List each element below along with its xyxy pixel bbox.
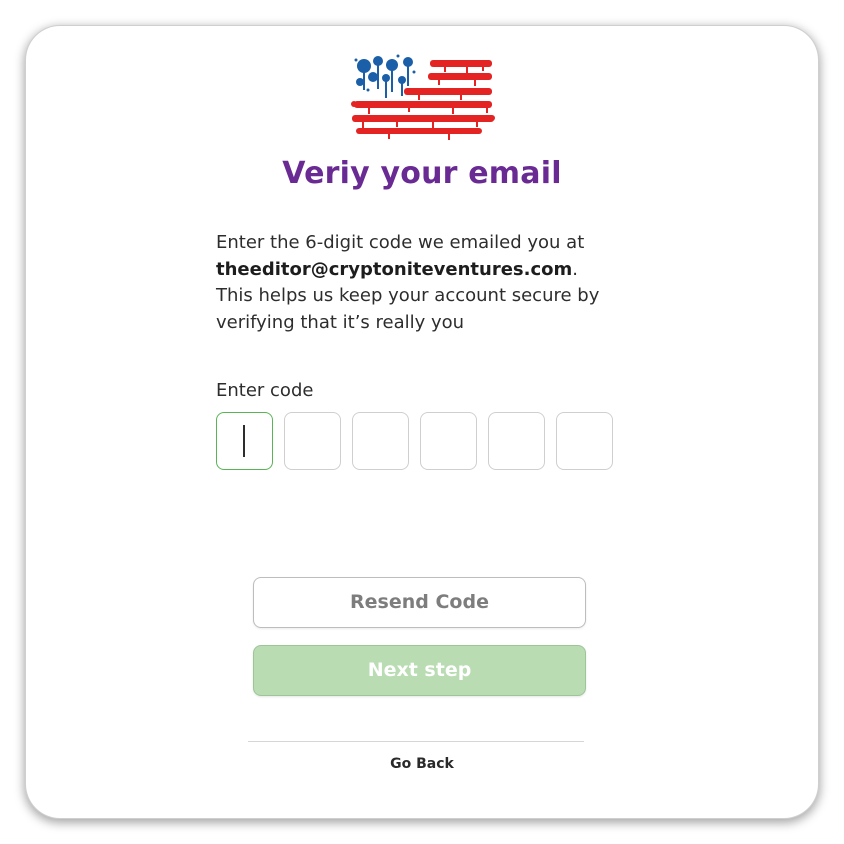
instructions-text: Enter the 6-digit code we emailed you at… (216, 230, 616, 336)
go-back-link[interactable]: Go Back (0, 756, 844, 772)
enter-code-label: Enter code (216, 380, 314, 401)
code-digit-4-input[interactable] (420, 412, 477, 470)
code-digit-6-input[interactable] (556, 412, 613, 470)
divider (248, 741, 584, 742)
email-address: theeditor@cryptoniteventures.com (216, 258, 573, 280)
code-digit-5-input[interactable] (488, 412, 545, 470)
resend-code-button[interactable]: Resend Code (253, 577, 586, 628)
instructions-text-before: Enter the 6-digit code we emailed you at (216, 232, 585, 253)
next-step-button[interactable]: Next step (253, 645, 586, 696)
code-input-group (216, 412, 613, 470)
flag-logo-icon (351, 54, 495, 140)
page-title: Veriy your email (282, 156, 562, 191)
code-digit-3-input[interactable] (352, 412, 409, 470)
code-digit-2-input[interactable] (284, 412, 341, 470)
code-digit-1-input[interactable] (216, 412, 273, 470)
